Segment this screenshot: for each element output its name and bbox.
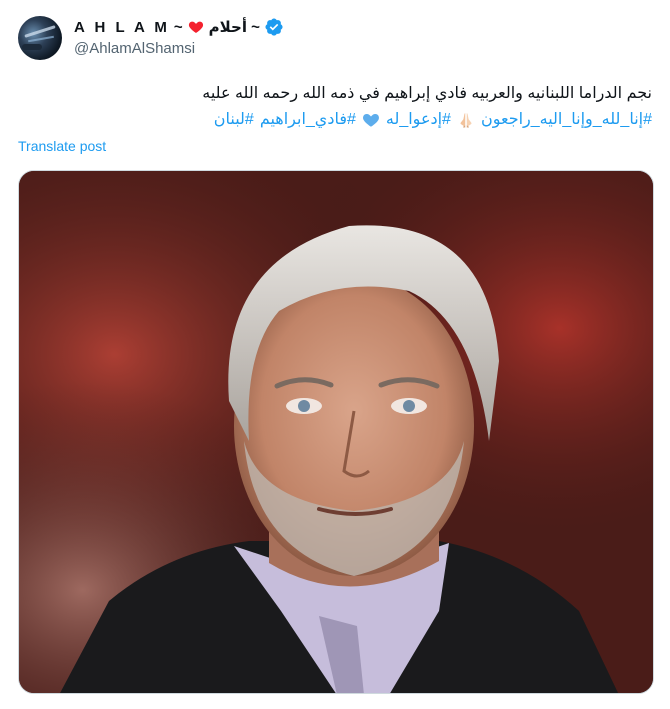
display-name-arabic: ~ أحلام xyxy=(208,19,260,36)
author-name-row[interactable]: A H L A M ~ ~ أحلام xyxy=(74,16,284,38)
translate-post-link[interactable]: Translate post xyxy=(18,138,106,154)
hashtag-link[interactable]: #إدعوا_له xyxy=(386,110,451,130)
tweet-card: A H L A M ~ ~ أحلام @AhlamAlShamsi نجم ا… xyxy=(0,0,670,709)
blue-heart-icon xyxy=(362,111,380,129)
portrait-photo-icon xyxy=(19,171,653,693)
hashtag-link[interactable]: #فادي_ابراهيم xyxy=(260,110,356,130)
hashtag-link[interactable]: #إنا_لله_وإنا_اليه_راجعون xyxy=(481,110,652,130)
avatar[interactable] xyxy=(18,16,62,60)
author-handle[interactable]: @AhlamAlShamsi xyxy=(74,40,195,57)
post-text: نجم الدراما اللبنانيه والعربيه فادي إبرا… xyxy=(202,85,652,102)
hashtag-link[interactable]: #لبنان xyxy=(214,110,254,130)
red-heart-icon xyxy=(187,18,205,36)
display-name-suffix: ~ xyxy=(173,18,183,36)
display-name[interactable]: A H L A M xyxy=(74,19,170,36)
post-hashtags: #إنا_لله_وإنا_اليه_راجعون #إدعوا_له #فاد… xyxy=(214,110,652,130)
post-photo[interactable] xyxy=(18,170,654,694)
avatar-detail xyxy=(28,35,54,43)
praying-hands-icon xyxy=(457,111,475,129)
avatar-detail xyxy=(22,44,42,50)
verified-badge-icon[interactable] xyxy=(264,17,284,37)
